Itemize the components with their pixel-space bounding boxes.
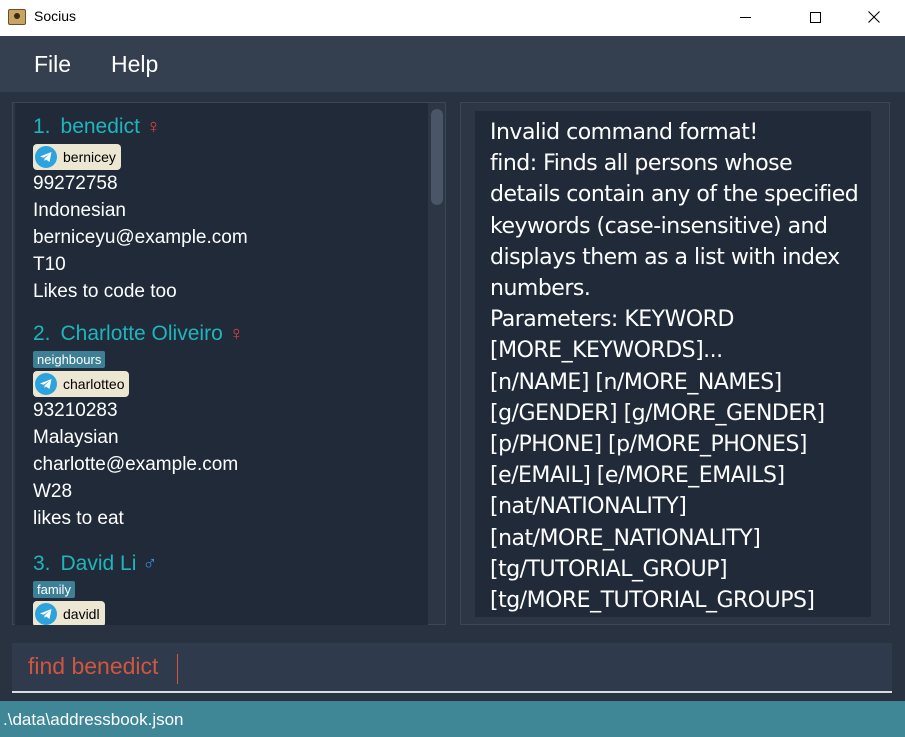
person-remark: likes to eat — [33, 508, 124, 529]
person-tutorial-group: T10 — [33, 254, 66, 275]
person-card[interactable]: 3. David Li ♂ family davidl — [33, 550, 157, 625]
main-area: 1. benedict ♀ bernicey 99272758 Indonesi… — [0, 92, 905, 701]
menu-help[interactable]: Help — [111, 51, 158, 78]
telegram-badge: bernicey — [33, 144, 121, 170]
telegram-badge: charlotteo — [33, 371, 130, 397]
person-list[interactable]: 1. benedict ♀ bernicey 99272758 Indonesi… — [15, 103, 428, 625]
minimize-button[interactable] — [722, 0, 768, 34]
person-name: benedict — [60, 115, 140, 138]
person-card[interactable]: 2. Charlotte Oliveiro ♀ neighbours charl… — [33, 320, 244, 532]
maximize-button[interactable] — [792, 0, 838, 34]
tag: family — [33, 581, 75, 598]
person-index: 3. — [33, 552, 51, 575]
maximize-icon — [809, 11, 821, 23]
text-caret — [177, 654, 178, 684]
person-name: Charlotte Oliveiro — [60, 322, 223, 345]
title-bar: Socius — [0, 0, 905, 36]
app-icon — [8, 9, 26, 25]
person-phone: 93210283 — [33, 400, 118, 421]
female-icon: ♀ — [145, 115, 161, 138]
status-file-path: .\data\addressbook.json — [3, 710, 184, 729]
person-index: 2. — [33, 322, 51, 345]
result-panel: Invalid command format! find: Finds all … — [460, 102, 890, 625]
telegram-handle: davidl — [63, 606, 100, 622]
person-index: 1. — [33, 115, 51, 138]
menu-bar: File Help — [0, 36, 905, 92]
person-tutorial-group: W28 — [33, 481, 73, 502]
person-phone: 99272758 — [33, 173, 118, 194]
status-bar: .\data\addressbook.json — [0, 701, 905, 737]
person-email: berniceyu@example.com — [33, 227, 248, 248]
result-text: Invalid command format! find: Finds all … — [490, 120, 859, 614]
person-list-scrollbar[interactable] — [431, 109, 443, 205]
command-input[interactable]: find benedict — [28, 653, 158, 680]
person-nationality: Indonesian — [33, 200, 126, 221]
minimize-icon — [739, 16, 751, 18]
person-card[interactable]: 1. benedict ♀ bernicey 99272758 Indonesi… — [33, 113, 248, 305]
telegram-icon — [35, 146, 57, 168]
person-email: charlotte@example.com — [33, 454, 239, 475]
person-name: David Li — [60, 552, 137, 575]
person-list-panel: 1. benedict ♀ bernicey 99272758 Indonesi… — [12, 102, 446, 625]
close-icon — [868, 11, 880, 23]
telegram-icon — [35, 603, 57, 625]
telegram-handle: charlotteo — [63, 376, 125, 392]
telegram-badge: davidl — [33, 601, 105, 625]
person-header: 1. benedict ♀ — [33, 113, 248, 141]
menu-file[interactable]: File — [34, 51, 71, 78]
person-header: 2. Charlotte Oliveiro ♀ — [33, 320, 244, 348]
tag: neighbours — [33, 351, 106, 368]
female-icon: ♀ — [228, 322, 244, 345]
close-button[interactable] — [851, 0, 897, 34]
person-header: 3. David Li ♂ — [33, 550, 157, 578]
result-display[interactable]: Invalid command format! find: Finds all … — [475, 111, 871, 617]
telegram-handle: bernicey — [63, 149, 116, 165]
command-box[interactable]: find benedict — [12, 643, 892, 693]
male-icon: ♂ — [142, 552, 158, 575]
person-nationality: Malaysian — [33, 427, 119, 448]
telegram-icon — [35, 373, 57, 395]
window-title: Socius — [34, 8, 77, 24]
person-remark: Likes to code too — [33, 281, 177, 302]
